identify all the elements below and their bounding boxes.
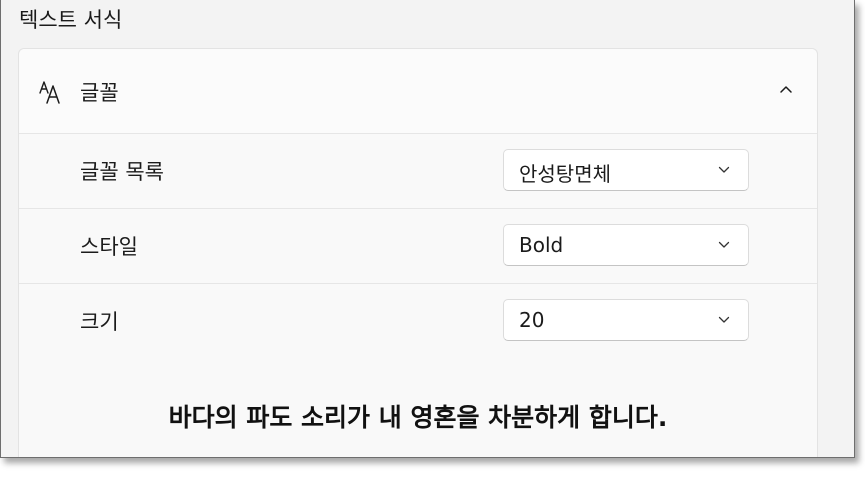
- font-list-dropdown[interactable]: 안성탕면체: [503, 149, 749, 191]
- style-value: Bold: [519, 233, 564, 257]
- font-size-icon: [39, 81, 60, 104]
- section-title: 텍스트 서식: [19, 8, 123, 32]
- size-dropdown[interactable]: 20: [503, 299, 749, 341]
- font-list-value: 안성탕면체: [519, 162, 611, 186]
- chevron-down-icon: [718, 316, 730, 323]
- font-settings-card: 글꼴 글꼴 목록 안성탕면체 스타일 Bold 크기 20 바다의 파도 소리가…: [18, 48, 818, 457]
- chevron-down-icon: [718, 241, 730, 248]
- font-preview-area: 바다의 파도 소리가 내 영혼을 차분하게 합니다.: [19, 358, 817, 457]
- settings-window: 텍스트 서식 글꼴 글꼴 목록 안성탕면체 스타일 Bold 크기 20 바다의…: [0, 0, 855, 458]
- style-row: 스타일 Bold: [19, 209, 817, 284]
- font-preview-text: 바다의 파도 소리가 내 영혼을 차분하게 합니다.: [168, 403, 668, 432]
- size-value: 20: [519, 308, 545, 332]
- font-list-label: 글꼴 목록: [80, 160, 164, 184]
- size-label: 크기: [80, 310, 119, 334]
- font-list-row: 글꼴 목록 안성탕면체: [19, 134, 817, 209]
- size-row: 크기 20: [19, 284, 817, 359]
- chevron-up-icon[interactable]: [779, 85, 793, 95]
- chevron-down-icon: [718, 166, 730, 173]
- style-dropdown[interactable]: Bold: [503, 224, 749, 266]
- font-group-label: 글꼴: [80, 81, 119, 105]
- style-label: 스타일: [80, 235, 138, 259]
- font-group-header[interactable]: 글꼴: [19, 49, 817, 134]
